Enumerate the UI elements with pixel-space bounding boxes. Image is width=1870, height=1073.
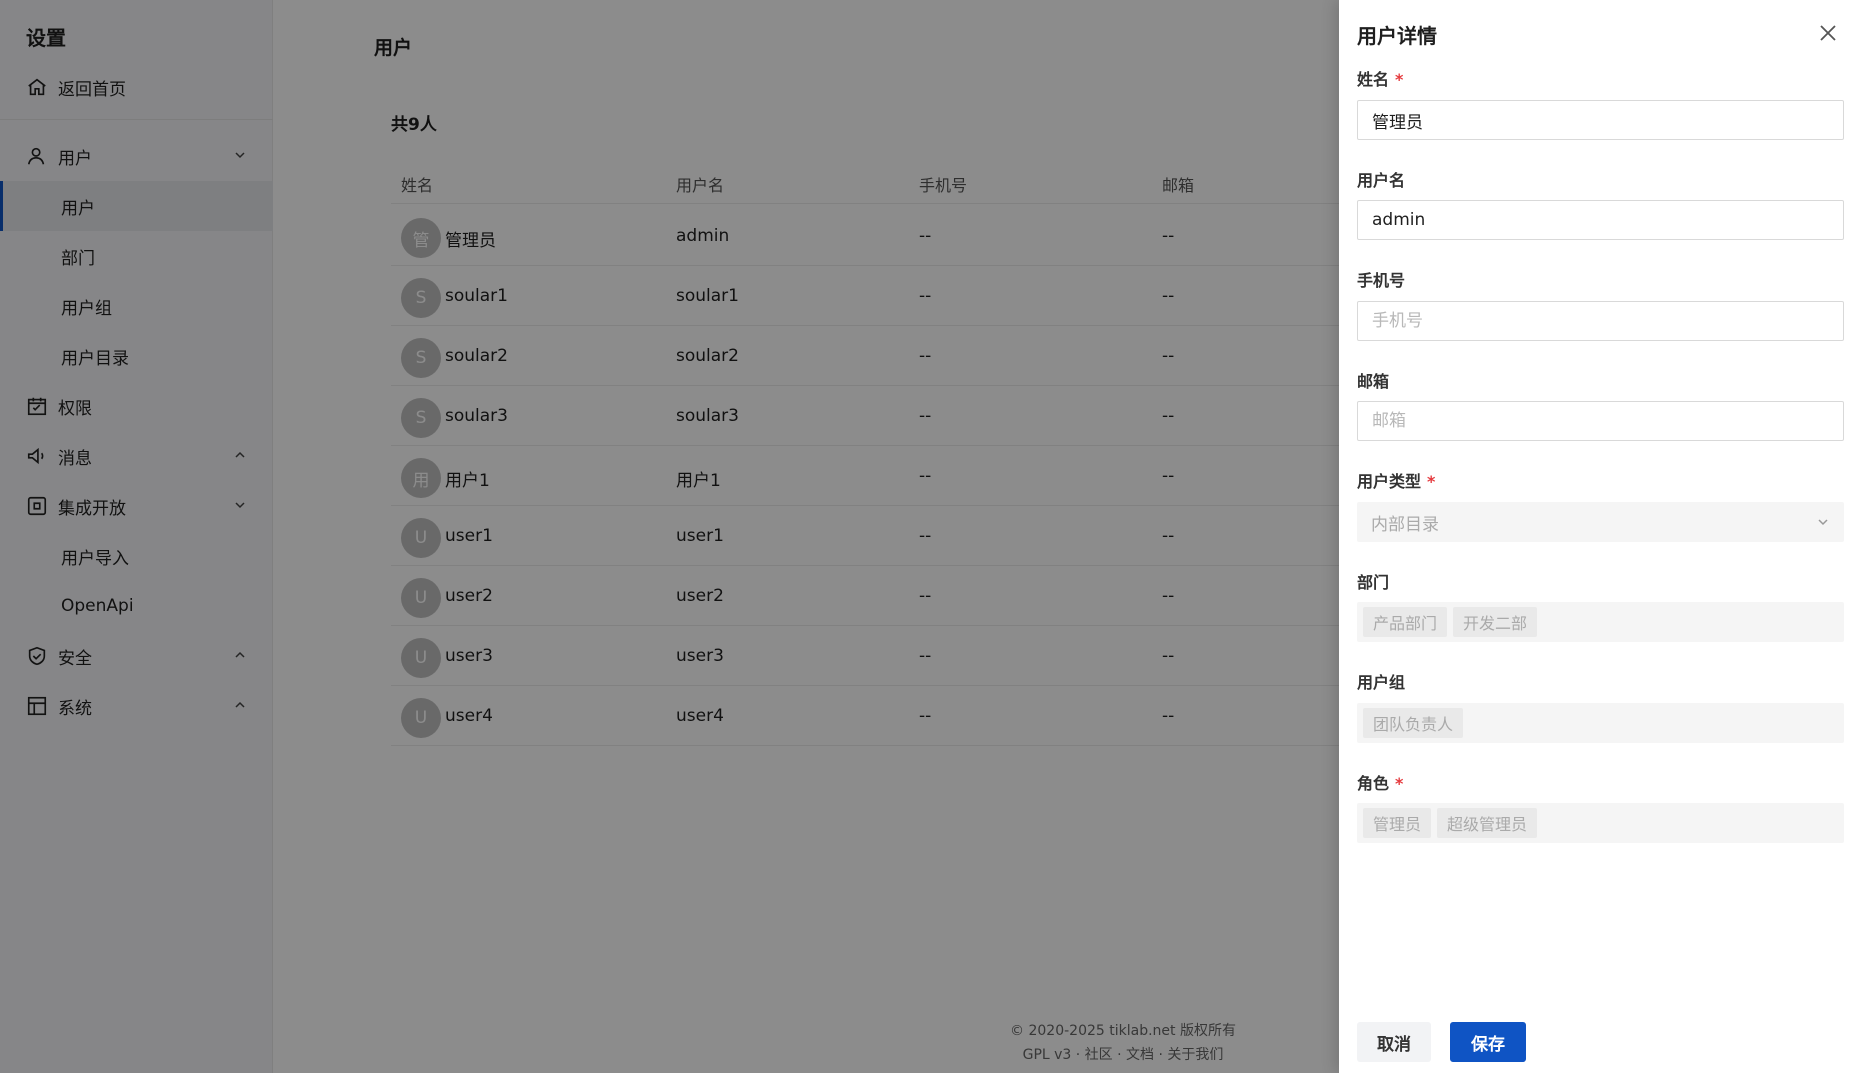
field-label-department: 部门	[1357, 573, 1390, 592]
role-tag: 管理员	[1363, 808, 1432, 838]
required-mark: *	[1395, 70, 1404, 89]
field-label-username: 用户名	[1357, 171, 1406, 190]
username-field[interactable]	[1357, 200, 1844, 240]
cancel-button[interactable]: 取消	[1357, 1022, 1431, 1062]
phone-field[interactable]	[1357, 301, 1844, 341]
department-tag: 产品部门	[1363, 607, 1448, 637]
name-field[interactable]	[1357, 100, 1844, 140]
field-label-role: 角色 *	[1357, 774, 1404, 793]
field-label-name: 姓名 *	[1357, 70, 1404, 89]
required-mark: *	[1395, 774, 1404, 793]
department-tag: 开发二部	[1453, 607, 1538, 637]
required-mark: *	[1427, 472, 1436, 491]
field-label-email: 邮箱	[1357, 372, 1390, 391]
role-tag: 超级管理员	[1437, 808, 1538, 838]
field-label-user-type: 用户类型 *	[1357, 472, 1436, 491]
field-label-user-group: 用户组	[1357, 673, 1406, 692]
user-detail-drawer: 用户详情 姓名* 用户名 手机号 邮箱 用户类型* 内部目录 部门 产品部门 开…	[1339, 0, 1864, 1073]
background-edge	[1864, 0, 1870, 1073]
field-label-phone: 手机号	[1357, 271, 1406, 290]
email-field[interactable]	[1357, 401, 1844, 441]
drawer-title: 用户详情	[1357, 24, 1437, 48]
department-select[interactable]: 产品部门 开发二部	[1357, 602, 1844, 642]
chevron-down-icon	[1818, 519, 1828, 526]
save-button[interactable]: 保存	[1450, 1022, 1526, 1062]
user-type-value: 内部目录	[1371, 514, 1439, 535]
user-group-tag: 团队负责人	[1363, 708, 1464, 738]
user-group-select[interactable]: 团队负责人	[1357, 703, 1844, 743]
role-select[interactable]: 管理员 超级管理员	[1357, 803, 1844, 843]
user-type-select[interactable]: 内部目录	[1357, 502, 1844, 542]
close-icon[interactable]	[1817, 22, 1839, 44]
